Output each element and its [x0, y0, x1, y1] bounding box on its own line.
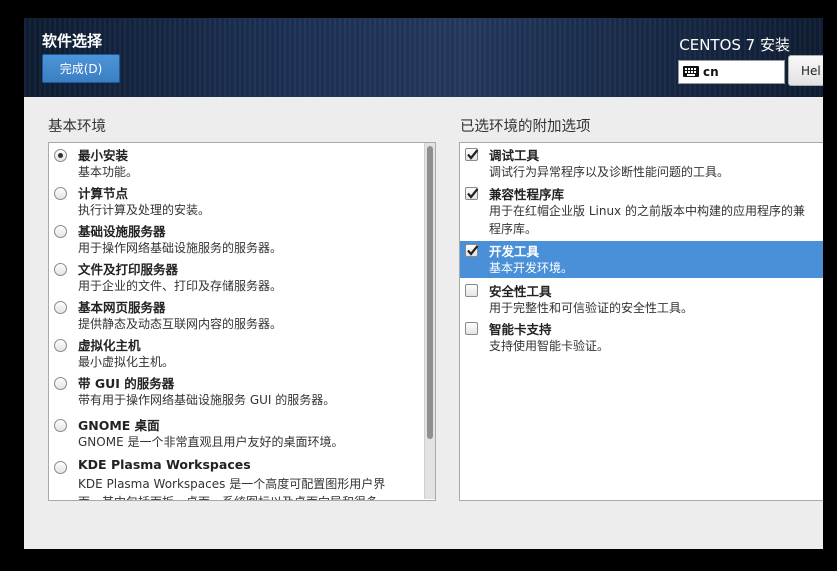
radio-button[interactable] — [54, 419, 67, 432]
environment-title: 文件及打印服务器 — [78, 262, 179, 277]
addon-title: 智能卡支持 — [489, 322, 552, 337]
environment-title: 基础设施服务器 — [78, 224, 166, 239]
addon-title: 调试工具 — [489, 148, 540, 163]
environment-title: 虚拟化主机 — [78, 338, 141, 353]
addon-description: 用于在红帽企业版 Linux 的之前版本中构建的应用程序的兼 程序库。 — [489, 202, 805, 238]
scrollbar-thumb[interactable] — [427, 146, 433, 439]
description-line: 执行计算及处理的安装。 — [78, 203, 211, 217]
description-line: 提供静态及动态互联网内容的服务器。 — [78, 317, 283, 331]
radio-button[interactable] — [54, 339, 67, 352]
addon-title: 安全性工具 — [489, 284, 552, 299]
environment-title: GNOME 桌面 — [78, 418, 160, 433]
addon-option[interactable]: 安全性工具用于完整性和可信验证的安全性工具。 — [460, 281, 823, 317]
checkbox[interactable] — [465, 187, 479, 200]
addon-option[interactable]: 开发工具基本开发环境。 — [460, 241, 823, 278]
environment-description: 带有用于操作网络基础设施服务 GUI 的服务器。 — [78, 391, 335, 409]
environment-description: 执行计算及处理的安装。 — [78, 201, 210, 219]
help-button[interactable]: Hel — [788, 55, 823, 86]
radio-button[interactable] — [54, 149, 67, 162]
installer-window: 软件选择 完成(D) CENTOS 7 安装 cn Hel 基本环境 最小安装基… — [24, 18, 823, 549]
addon-title: 兼容性程序库 — [489, 187, 565, 202]
environment-description: GNOME 是一个非常直观且用户友好的桌面环境。 — [78, 433, 343, 451]
description-line: 用于完整性和可信验证的安全性工具。 — [489, 301, 694, 315]
environment-description: 提供静态及动态互联网内容的服务器。 — [78, 315, 282, 333]
page-title: 软件选择 — [42, 32, 103, 50]
addon-description: 调试行为异常程序以及诊断性能问题的工具。 — [489, 163, 729, 181]
environment-title: 带 GUI 的服务器 — [78, 376, 175, 391]
environment-description: 用于企业的文件、打印及存储服务器。 — [78, 277, 282, 295]
description-line: 用于企业的文件、打印及存储服务器。 — [78, 279, 283, 293]
keyboard-layout-indicator[interactable]: cn — [678, 60, 785, 84]
environment-title: KDE Plasma Workspaces — [78, 457, 251, 472]
addon-description: 用于完整性和可信验证的安全性工具。 — [489, 299, 693, 317]
addon-option[interactable]: 调试工具调试行为异常程序以及诊断性能问题的工具。 — [460, 145, 823, 181]
description-line: 用于在红帽企业版 Linux 的之前版本中构建的应用程序的兼 — [489, 204, 805, 218]
description-line: 用于操作网络基础设施服务的服务器。 — [78, 241, 283, 255]
environment-description: 最小虚拟化主机。 — [78, 353, 174, 371]
environment-title: 计算节点 — [78, 186, 129, 201]
header-bar: 软件选择 完成(D) CENTOS 7 安装 cn Hel — [24, 18, 823, 97]
radio-button[interactable] — [54, 187, 67, 200]
addon-description: 支持使用智能卡验证。 — [489, 337, 609, 355]
addon-description: 基本开发环境。 — [489, 259, 573, 277]
radio-button[interactable] — [54, 225, 67, 238]
description-line: 调试行为异常程序以及诊断性能问题的工具。 — [489, 165, 730, 179]
addons-label: 已选环境的附加选项 — [460, 119, 591, 135]
done-button[interactable]: 完成(D) — [42, 54, 120, 83]
radio-button[interactable] — [54, 263, 67, 276]
keyboard-icon — [683, 66, 699, 77]
environment-scrollbar[interactable] — [424, 143, 435, 499]
description-line: 基本开发环境。 — [489, 261, 574, 275]
description-line: 程序库。 — [489, 222, 538, 236]
addon-option[interactable]: 兼容性程序库 用于在红帽企业版 Linux 的之前版本中构建的应用程序的兼 程序库。 — [460, 184, 823, 238]
addon-title: 开发工具 — [489, 244, 540, 259]
checkbox[interactable] — [465, 284, 478, 297]
radio-button[interactable] — [54, 301, 67, 314]
base-environment-label: 基本环境 — [48, 119, 106, 135]
addon-option[interactable]: 智能卡支持支持使用智能卡验证。 — [460, 319, 823, 355]
environment-description: KDE Plasma Workspaces 是一个高度可配置图形用户界面，其中包… — [78, 475, 386, 500]
description-line: 带有用于操作网络基础设施服务 GUI 的服务器。 — [78, 393, 336, 407]
description-line: 面，其中包括面板、桌面、系统图标以及桌面向导和很多 — [78, 493, 385, 500]
product-title: CENTOS 7 安装 — [679, 36, 790, 54]
description-line: KDE Plasma Workspaces 是一个高度可配置图形用户界 — [78, 477, 386, 491]
checkbox[interactable] — [465, 148, 479, 161]
checkbox[interactable] — [465, 244, 479, 257]
environment-title: 基本网页服务器 — [78, 300, 166, 315]
addons-list[interactable]: 调试工具 调试行为异常程序以及诊断性能问题的工具。 兼容性程序库 用于在红帽企业版 L… — [459, 142, 823, 501]
radio-button[interactable] — [54, 377, 67, 390]
radio-button[interactable] — [54, 461, 67, 474]
description-line: 支持使用智能卡验证。 — [489, 339, 610, 353]
description-line: 基本功能。 — [78, 165, 139, 179]
keyboard-layout-label: cn — [703, 65, 719, 79]
checkbox[interactable] — [465, 322, 478, 335]
description-line: GNOME 是一个非常直观且用户友好的桌面环境。 — [78, 435, 344, 449]
environment-description: 基本功能。 — [78, 163, 138, 181]
base-environment-list[interactable]: 最小安装基本功能。计算节点执行计算及处理的安装。 基础设施服务器用于操作网络基础设… — [48, 142, 436, 501]
environment-title: 最小安装 — [78, 148, 129, 163]
description-line: 最小虚拟化主机。 — [78, 355, 175, 369]
environment-description: 用于操作网络基础设施服务的服务器。 — [78, 239, 282, 257]
